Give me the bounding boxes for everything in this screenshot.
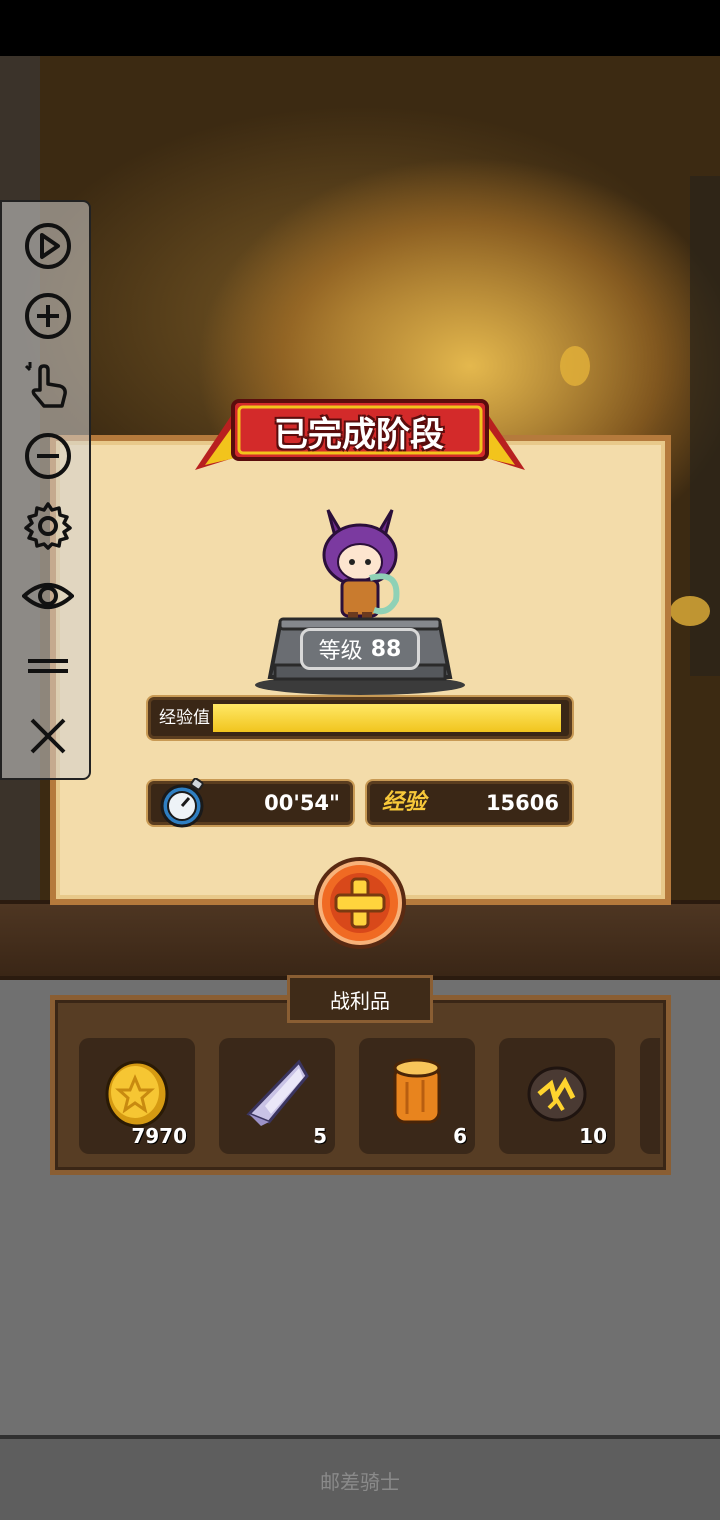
visibility-button[interactable]: [20, 568, 76, 624]
loot-count: 10: [579, 1124, 607, 1148]
xp-progress-bar: 经验值: [148, 697, 572, 739]
menu-icon: [28, 659, 68, 673]
game-title-caption: 邮差骑士: [320, 1470, 400, 1494]
settings-button[interactable]: [20, 498, 76, 554]
loot-slot-partial[interactable]: [640, 1038, 660, 1154]
status-bar: [0, 0, 720, 56]
gold-coin-icon: [105, 1060, 169, 1128]
play-button[interactable]: [20, 218, 76, 274]
add-button[interactable]: [312, 855, 408, 951]
close-icon: [30, 718, 66, 754]
level-label: 等级: [318, 639, 363, 664]
zoom-in-button[interactable]: [20, 288, 76, 344]
eye-icon: [22, 583, 74, 609]
crystal-icon: [246, 1059, 309, 1126]
ore-rock-icon: [527, 1066, 587, 1122]
touch-icon: [24, 362, 67, 408]
loot-count: 5: [313, 1124, 327, 1148]
play-icon: [25, 223, 71, 269]
zoom-in-icon: [25, 293, 71, 339]
xp-bar-label: 经验值: [159, 708, 210, 728]
xp-reward-value: 15606: [485, 791, 559, 815]
close-button[interactable]: [20, 708, 76, 764]
loot-slot-crystal[interactable]: 5: [219, 1038, 335, 1154]
loot-title: 战利品: [287, 975, 433, 1023]
xp-reward-box: 经验 15606: [367, 781, 572, 825]
stage-time-value: 00'54": [264, 791, 340, 815]
loot-slot-gold[interactable]: 7970: [79, 1038, 195, 1154]
loot-slot-wood[interactable]: 6: [359, 1038, 475, 1154]
gear-icon: [24, 502, 72, 550]
level-value: 88: [370, 636, 402, 662]
zoom-out-icon: [25, 433, 71, 479]
hero-level-badge: 等级 88: [300, 628, 420, 670]
touch-button[interactable]: [20, 358, 76, 414]
wood-log-icon: [393, 1058, 441, 1124]
hero-character: [322, 509, 400, 626]
xp-progress-fill: [213, 704, 561, 732]
stage-complete-title: 已完成阶段: [274, 414, 444, 455]
zoom-out-button[interactable]: [20, 428, 76, 484]
menu-button[interactable]: [20, 638, 76, 694]
floating-toolbar: [0, 200, 91, 780]
xp-reward-label: 经验: [382, 790, 427, 815]
stopwatch-icon: [160, 778, 204, 828]
loot-count: 7970: [131, 1124, 187, 1148]
loot-slot-ore[interactable]: 10: [499, 1038, 615, 1154]
loot-count: 6: [453, 1124, 467, 1148]
